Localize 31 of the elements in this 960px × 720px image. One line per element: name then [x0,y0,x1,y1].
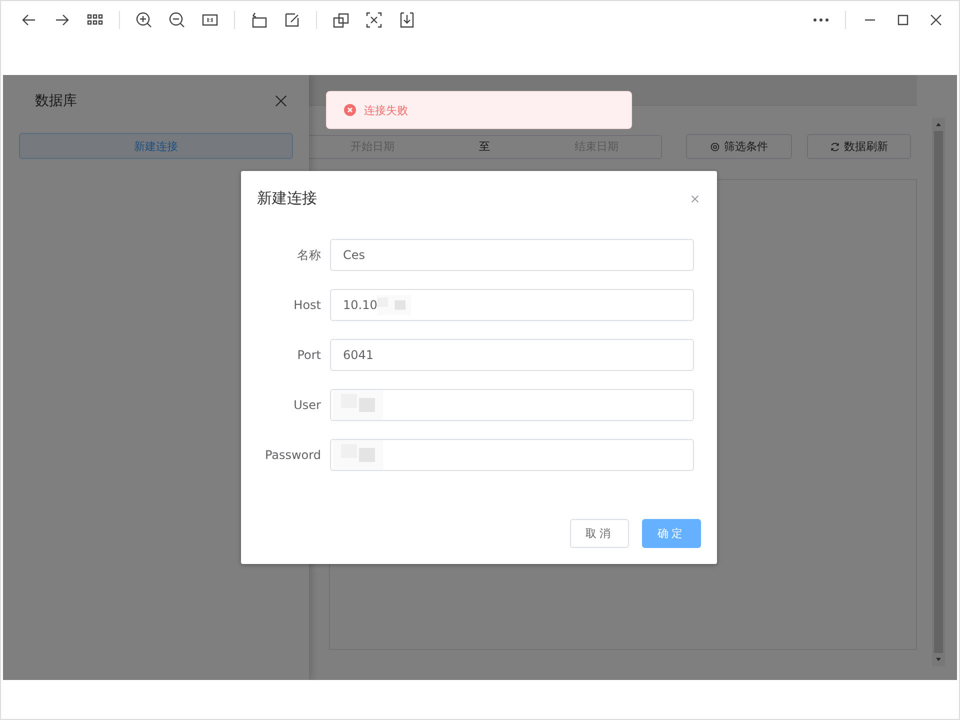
field-label: Host [292,298,322,312]
toast-message: 连接失败 [364,102,408,118]
field-label: Password [264,448,322,462]
rotate-icon[interactable] [250,11,268,29]
scan-icon[interactable] [365,11,383,29]
drawer-title: 数据库 [35,92,77,110]
input-field[interactable] [330,439,694,471]
refresh-button[interactable]: 数据刷新 [807,134,911,159]
scroll-down-icon[interactable] [935,657,942,662]
input-field[interactable]: 6041 [330,339,694,371]
zoom-out-icon[interactable] [168,11,186,29]
input-field[interactable]: 10.10 [330,289,694,321]
dialog-title: 新建连接 [257,189,317,208]
scrollbar[interactable] [932,118,945,666]
input-field[interactable] [330,389,694,421]
zoom-in-icon[interactable] [135,11,153,29]
close-icon[interactable] [275,95,287,107]
field-label: User [292,398,322,412]
dialog-button[interactable]: 取消 [570,519,629,548]
refresh-icon [830,142,840,152]
copy-icon[interactable] [332,11,350,29]
range-separator: 至 [478,139,490,154]
input-field[interactable]: Ces [330,239,694,271]
scroll-up-icon[interactable] [935,122,942,127]
field-label: Port [296,348,322,362]
download-icon[interactable] [398,11,416,29]
gear-icon [710,142,720,152]
filter-button[interactable]: 筛选条件 [686,134,792,159]
edit-icon[interactable] [283,11,301,29]
error-icon [344,104,356,116]
field-label: 名称 [296,246,322,264]
